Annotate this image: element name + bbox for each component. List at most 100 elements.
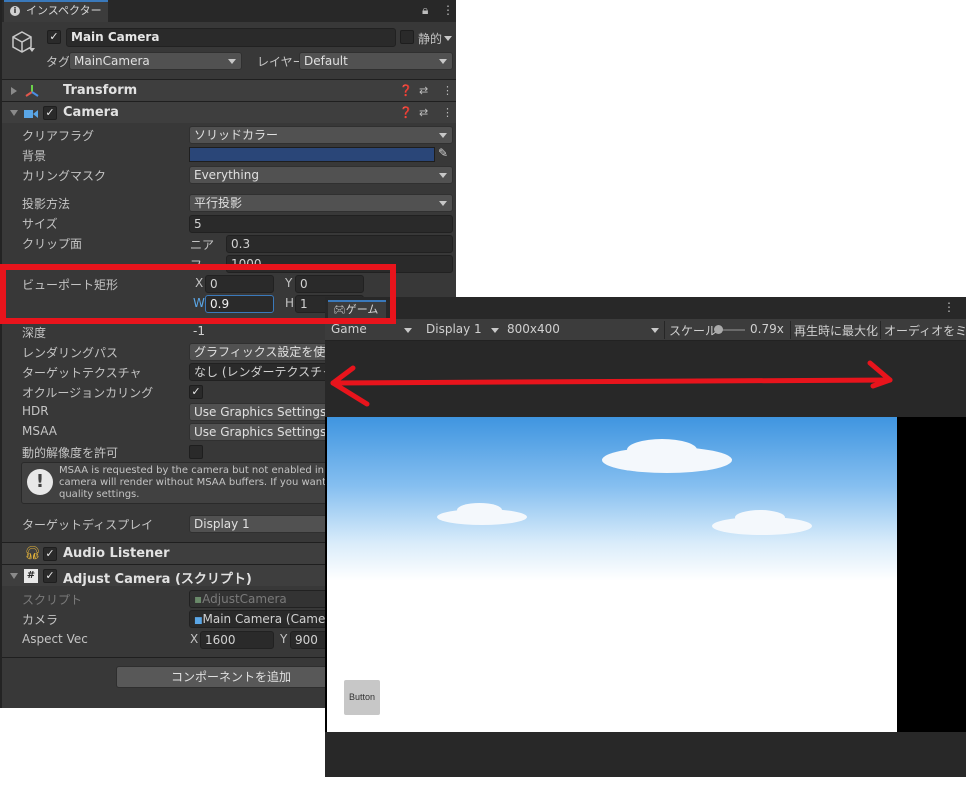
transform-header[interactable]: Transform ❓ ⇄ ⋮ — [2, 79, 456, 101]
clip-planes-label: クリップ面 — [22, 237, 83, 251]
near-field[interactable]: 0.3 — [226, 235, 453, 253]
display-dropdown[interactable]: Display 1 — [426, 322, 482, 336]
camera-ref-value: Main Camera (Camer — [202, 612, 331, 626]
tag-value: MainCamera — [74, 54, 150, 68]
projection-value: 平行投影 — [194, 196, 243, 210]
display-value: Display 1 — [426, 322, 482, 336]
clear-flags-dropdown[interactable]: ソリッドカラー — [189, 126, 453, 144]
dynamic-resolution-checkbox[interactable] — [189, 445, 203, 459]
active-checkbox[interactable]: ✓ — [47, 30, 61, 44]
chevron-down-icon — [228, 59, 236, 64]
sky-background: Button — [327, 417, 897, 732]
adjust-camera-title: Adjust Camera (スクリプト) — [63, 572, 252, 587]
maximize-on-play-toggle[interactable]: 再生時に最大化 — [794, 322, 878, 339]
camera-title: Camera — [63, 105, 119, 120]
toolbar-divider — [664, 321, 665, 339]
chevron-down-icon — [491, 328, 499, 333]
camera-enabled-checkbox[interactable]: ✓ — [43, 106, 57, 120]
occlusion-culling-label: オクルージョンカリング — [22, 386, 154, 400]
game-tab-bar: 🎮︎ゲーム ⋮ — [325, 297, 966, 319]
audio-listener-checkbox[interactable]: ✓ — [43, 547, 57, 561]
scene-button[interactable]: Button — [344, 680, 380, 715]
layer-label: レイヤー — [257, 55, 305, 69]
adjust-camera-checkbox[interactable]: ✓ — [43, 569, 57, 583]
aspect-vec-label: Aspect Vec — [22, 632, 88, 646]
scale-value: 0.79x — [750, 322, 784, 336]
camera-header[interactable]: ✓ Camera ❓ ⇄ ⋮ — [2, 101, 456, 123]
camera-icon — [24, 108, 38, 118]
preset-icon[interactable]: ⇄ — [419, 106, 428, 119]
layer-dropdown[interactable]: Default — [299, 52, 453, 70]
view-mode-value: Game — [331, 322, 367, 336]
aspect-x-label: X — [190, 632, 199, 646]
scale-label: スケール — [669, 324, 718, 338]
projection-label: 投影方法 — [22, 197, 71, 211]
culling-mask-value: Everything — [194, 168, 259, 182]
tag-dropdown[interactable]: MainCamera — [69, 52, 242, 70]
clear-flags-value: ソリッドカラー — [194, 128, 279, 142]
layer-value: Default — [304, 54, 348, 68]
toolbar-divider — [790, 321, 791, 339]
culling-mask-dropdown[interactable]: Everything — [189, 166, 453, 184]
scale-slider-thumb[interactable] — [714, 325, 723, 334]
culling-mask-label: カリングマスク — [22, 169, 107, 183]
size-field[interactable]: 5 — [189, 215, 453, 233]
help-icon[interactable]: ❓ — [399, 106, 413, 119]
clear-flags-label: クリアフラグ — [22, 129, 95, 143]
fold-right-icon — [11, 87, 17, 95]
fold-down-icon — [10, 110, 18, 116]
target-display-label: ターゲットディスプレイ — [22, 518, 154, 532]
resolution-value: 800x400 — [507, 322, 560, 336]
chevron-down-icon — [404, 328, 412, 333]
arrow-head-left — [330, 365, 370, 407]
cloud — [457, 503, 502, 517]
chevron-down-icon — [439, 201, 447, 206]
static-checkbox[interactable] — [400, 30, 414, 44]
chevron-down-icon — [439, 173, 447, 178]
gameobject-icon-dropdown[interactable] — [29, 48, 35, 52]
target-display-value: Display 1 — [194, 517, 250, 531]
aspect-x-field[interactable]: 1600 — [200, 631, 274, 649]
aspect-y-label: Y — [280, 632, 288, 646]
audio-listener-title: Audio Listener — [63, 546, 170, 561]
kebab-menu-icon[interactable]: ⋮ — [442, 3, 454, 17]
script-value: AdjustCamera — [202, 592, 287, 606]
kebab-menu-icon[interactable]: ⋮ — [943, 300, 955, 314]
background-color-field[interactable] — [189, 147, 435, 162]
chevron-down-icon — [651, 328, 659, 333]
transform-title: Transform — [63, 83, 138, 98]
lock-icon[interactable]: 🔒︎ — [422, 3, 428, 18]
tab-inspector-label: インスペクター — [26, 4, 102, 17]
warning-text-line3: quality settings. — [59, 489, 140, 500]
resolution-dropdown[interactable]: 800x400 — [507, 322, 560, 336]
static-dropdown-arrow[interactable] — [444, 36, 452, 41]
msaa-value: Use Graphics Settings — [194, 425, 327, 439]
size-label: サイズ — [22, 217, 58, 231]
background-label: 背景 — [22, 149, 47, 163]
tab-inspector[interactable]: i インスペクター — [4, 0, 108, 22]
help-icon[interactable]: ❓ — [399, 84, 413, 97]
kebab-menu-icon[interactable]: ⋮ — [442, 106, 453, 119]
script-file-icon: ▪ — [194, 592, 203, 606]
eyedropper-icon[interactable]: ✎ — [438, 146, 448, 160]
depth-label: 深度 — [22, 326, 47, 340]
add-component-button[interactable]: コンポーネントを追加 — [116, 666, 346, 688]
warning-text-line2: camera will render without MSAA buffers.… — [59, 477, 338, 488]
warning-icon: ! — [27, 469, 53, 495]
kebab-menu-icon[interactable]: ⋮ — [442, 84, 453, 97]
warning-text-line1: MSAA is requested by the camera but not … — [59, 465, 340, 476]
static-label: 静的 — [418, 32, 443, 46]
highlight-box — [0, 264, 396, 324]
target-texture-label: ターゲットテクスチャ — [22, 366, 142, 380]
preset-icon[interactable]: ⇄ — [419, 84, 428, 97]
occlusion-culling-checkbox[interactable]: ✓ — [189, 385, 203, 399]
double-arrow-annotation — [330, 360, 893, 407]
object-name-field[interactable]: Main Camera — [66, 28, 396, 47]
projection-dropdown[interactable]: 平行投影 — [189, 194, 453, 212]
script-icon: # — [24, 569, 38, 583]
cloud — [735, 510, 785, 525]
mute-audio-toggle[interactable]: オーディオをミュー — [884, 322, 966, 339]
hdr-value: Use Graphics Settings — [194, 405, 327, 419]
dynamic-resolution-label: 動的解像度を許可 — [22, 446, 119, 460]
headphones-icon: 🎧︎ — [24, 546, 41, 561]
